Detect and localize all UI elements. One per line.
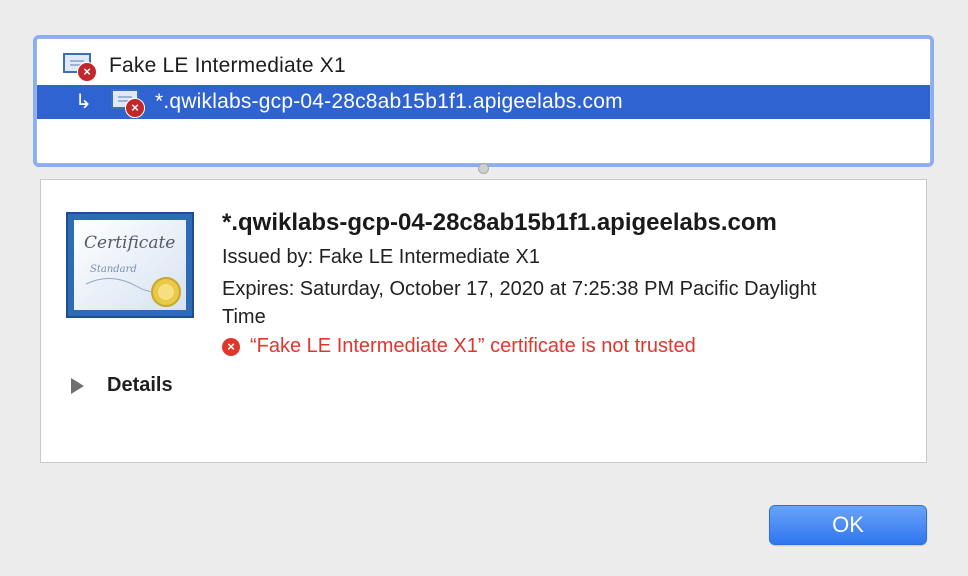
certificate-title: *.qwiklabs-gcp-04-28c8ab15b1f1.apigeelab…	[222, 209, 777, 236]
issued-by-text: Issued by: Fake LE Intermediate X1	[222, 246, 540, 268]
certificate-chain-list[interactable]: × Fake LE Intermediate X1 ↳ × *.qwiklabs…	[36, 38, 931, 164]
disclosure-triangle-icon[interactable]	[71, 377, 84, 394]
certificate-image-title: Certificate	[84, 233, 175, 253]
trust-status: × “Fake LE Intermediate X1” certificate …	[222, 335, 696, 358]
chain-item-label: *.qwiklabs-gcp-04-28c8ab15b1f1.apigeelab…	[155, 90, 623, 113]
error-circle-icon: ×	[222, 337, 240, 356]
trust-status-text: “Fake LE Intermediate X1” certificate is…	[250, 335, 696, 357]
ok-button[interactable]: OK	[769, 505, 927, 545]
details-disclosure[interactable]: Details	[71, 374, 173, 397]
certificate-image-subtitle: Standard	[90, 264, 137, 275]
certificate-detail-panel: Certificate Standard *.qwiklabs-gcp-04-2…	[40, 179, 927, 463]
certificate-error-icon: ×	[111, 89, 145, 118]
certificate-error-icon: ×	[63, 53, 97, 82]
chain-item-label: Fake LE Intermediate X1	[109, 54, 346, 77]
details-label: Details	[107, 374, 173, 396]
certificate-image-icon: Certificate Standard	[66, 212, 194, 318]
chain-item-intermediate[interactable]: × Fake LE Intermediate X1	[37, 47, 930, 85]
expires-text: Expires: Saturday, October 17, 2020 at 7…	[222, 278, 817, 328]
child-arrow-icon: ↳	[75, 91, 92, 113]
chain-item-leaf-selected[interactable]: ↳ × *.qwiklabs-gcp-04-28c8ab15b1f1.apige…	[37, 85, 930, 119]
splitter-handle[interactable]	[478, 163, 489, 174]
